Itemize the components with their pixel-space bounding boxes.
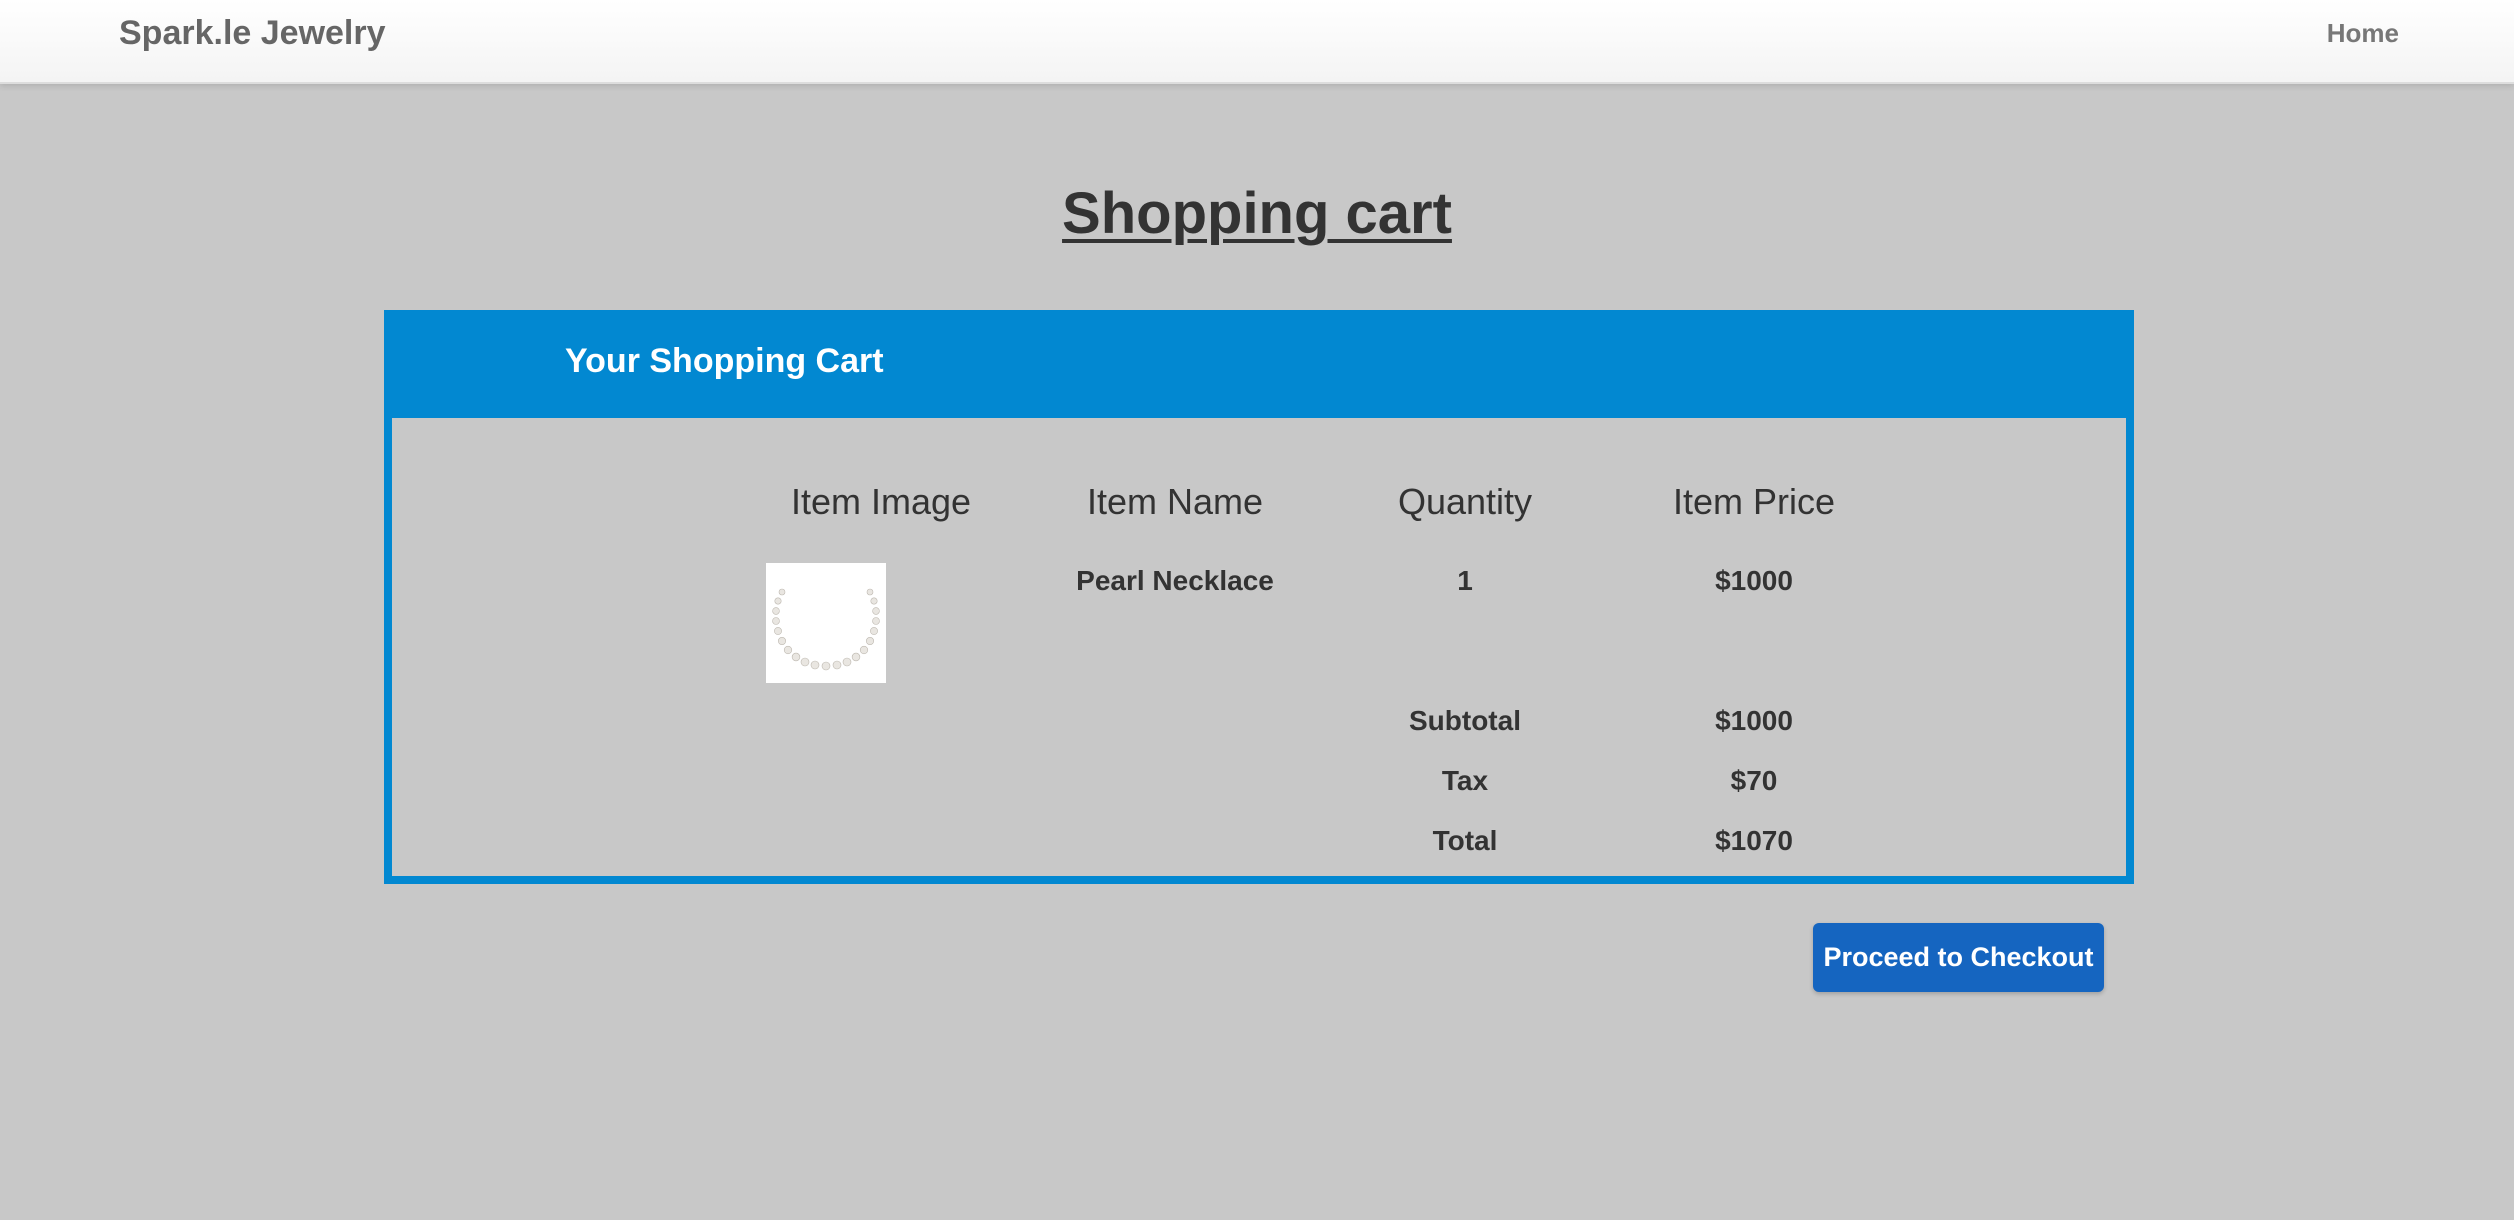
shopping-cart-panel: Your Shopping Cart Item Image Item Name … (384, 310, 2134, 884)
top-navbar: Spark.le Jewelry Home (0, 0, 2514, 84)
subtotal-label: Subtotal (1409, 705, 1521, 736)
page-title-text: Shopping cart (1062, 181, 1452, 246)
item-price-cell: $1000 (1715, 565, 1793, 596)
column-header-quantity: Quantity (1397, 481, 1533, 522)
column-header-item-image: Item Image (790, 481, 972, 522)
item-quantity-cell: 1 (1457, 565, 1473, 596)
tax-value: $70 (1730, 765, 1778, 796)
necklace-icon (766, 563, 886, 683)
cart-header: Your Shopping Cart (392, 318, 2126, 418)
tax-label: Tax (1441, 765, 1489, 796)
subtotal-value: $1000 (1715, 705, 1793, 736)
column-header-item-name: Item Name (1086, 481, 1264, 522)
item-name-cell: Pearl Necklace (1076, 565, 1274, 596)
column-header-item-price: Item Price (1672, 481, 1836, 522)
pearl-necklace-image (766, 563, 886, 683)
page-title: Shopping cart (0, 180, 2514, 247)
brand-logo-link[interactable]: Spark.le Jewelry (119, 14, 386, 53)
cart-header-title: Your Shopping Cart (565, 342, 884, 380)
total-value: $1070 (1715, 825, 1793, 856)
proceed-to-checkout-button[interactable]: Proceed to Checkout (1813, 923, 2104, 992)
total-label: Total (1432, 825, 1498, 856)
nav-home-link[interactable]: Home (2327, 18, 2399, 49)
